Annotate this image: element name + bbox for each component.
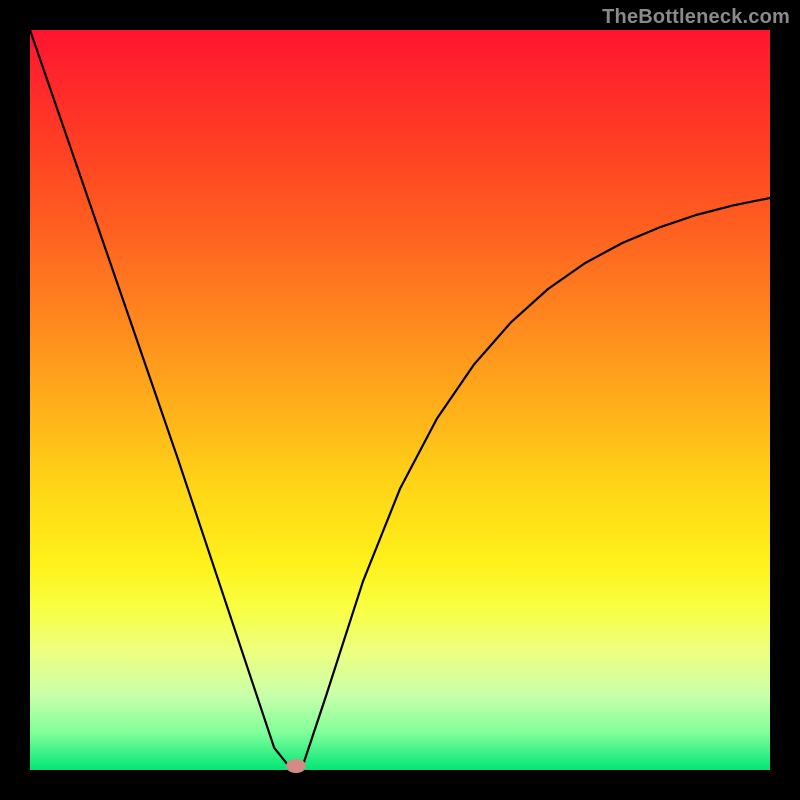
bottleneck-curve [30,30,770,770]
watermark-text: TheBottleneck.com [602,6,790,29]
plot-area [30,30,770,770]
minimum-marker [286,759,306,773]
